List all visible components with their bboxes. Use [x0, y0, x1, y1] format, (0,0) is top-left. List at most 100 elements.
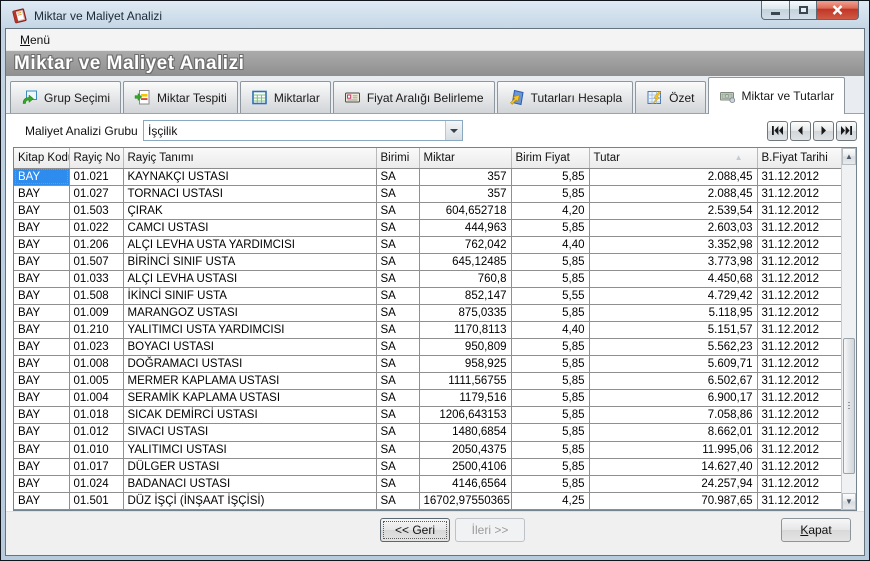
grid-cell[interactable]: 70.987,65 [589, 492, 757, 509]
grid-cell[interactable]: BAY [14, 373, 69, 390]
grid-cell[interactable]: BADANACI USTASI [123, 475, 376, 492]
grid-cell[interactable]: 31.12.2012 [757, 373, 841, 390]
grid-cell[interactable]: 5,85 [511, 339, 589, 356]
grid-cell[interactable]: 5,55 [511, 287, 589, 304]
grid-cell[interactable]: BAY [14, 441, 69, 458]
grid-cell[interactable]: 2.603,03 [589, 219, 757, 236]
grid-cell[interactable]: 444,963 [419, 219, 511, 236]
grid-cell[interactable]: SA [376, 168, 419, 185]
grid-cell[interactable]: 5,85 [511, 305, 589, 322]
grid-cell[interactable]: 7.058,86 [589, 407, 757, 424]
grid-cell[interactable]: 24.257,94 [589, 475, 757, 492]
table-row[interactable]: BAY01.027TORNACI USTASISA3575,852.088,45… [14, 185, 841, 202]
grid-cell[interactable]: SA [376, 356, 419, 373]
tab-tutarlari-hesapla[interactable]: Tutarları Hesapla [497, 81, 634, 113]
grid-cell[interactable]: SA [376, 373, 419, 390]
grid-cell[interactable]: 31.12.2012 [757, 236, 841, 253]
grid-cell[interactable]: 1111,56755 [419, 373, 511, 390]
grid-cell[interactable]: 01.024 [69, 475, 123, 492]
grid-cell[interactable]: SA [376, 236, 419, 253]
grid-cell[interactable]: 5,85 [511, 424, 589, 441]
tab-grup-secimi[interactable]: Grup Seçimi [10, 81, 121, 113]
grid-cell[interactable]: SA [376, 407, 419, 424]
grid-cell[interactable]: BAY [14, 305, 69, 322]
grid-cell[interactable]: 6.502,67 [589, 373, 757, 390]
grid-cell[interactable]: CAMCI USTASI [123, 219, 376, 236]
grid-cell[interactable]: 1480,6854 [419, 424, 511, 441]
previous-record-button[interactable] [790, 121, 811, 141]
grid-cell[interactable]: 5,85 [511, 407, 589, 424]
grid-cell[interactable]: 2.088,45 [589, 185, 757, 202]
grid-cell[interactable]: BAY [14, 322, 69, 339]
tab-miktar-tespiti[interactable]: Miktar Tespiti [123, 81, 238, 113]
grid-cell[interactable]: SA [376, 270, 419, 287]
tab-fiyat-araligi-belirleme[interactable]: Fiyat Aralığı Belirleme [333, 81, 495, 113]
grid-cell[interactable]: 4146,6564 [419, 475, 511, 492]
grid-cell[interactable]: SA [376, 458, 419, 475]
back-button[interactable]: << Geri [380, 518, 450, 542]
grid-cell[interactable]: 5,85 [511, 475, 589, 492]
table-row[interactable]: BAY01.018SICAK DEMİRCİ USTASISA1206,6431… [14, 407, 841, 424]
grid-cell[interactable]: BAY [14, 219, 69, 236]
grid-cell[interactable]: SA [376, 390, 419, 407]
table-row[interactable]: BAY01.033ALÇI LEVHA USTASISA760,85,854.4… [14, 270, 841, 287]
grid-cell[interactable]: 01.503 [69, 202, 123, 219]
next-record-button[interactable] [813, 121, 834, 141]
grid-cell[interactable]: 5.609,71 [589, 356, 757, 373]
column-header-bfiyat-tarihi[interactable]: B.Fiyat Tarihi [757, 148, 841, 168]
grid-cell[interactable]: SA [376, 253, 419, 270]
grid-cell[interactable]: BOYACI USTASI [123, 339, 376, 356]
menu-item-menu[interactable]: Menü [14, 31, 56, 49]
table-row[interactable]: BAY01.012SIVACI USTASISA1480,68545,858.6… [14, 424, 841, 441]
grid-cell[interactable]: BAY [14, 339, 69, 356]
grid-cell[interactable]: KAYNAKÇI USTASI [123, 168, 376, 185]
tab-miktar-ve-tutarlar[interactable]: Miktar ve Tutarlar [708, 77, 846, 114]
table-row[interactable]: BAY01.004SERAMİK KAPLAMA USTASISA1179,51… [14, 390, 841, 407]
grid-cell[interactable]: 958,925 [419, 356, 511, 373]
scroll-up-button[interactable]: ▲ [842, 148, 856, 165]
grid-cell[interactable]: 950,809 [419, 339, 511, 356]
grid-cell[interactable]: DÜZ İŞÇİ (İNŞAAT İŞÇİSİ) [123, 492, 376, 509]
grid-cell[interactable]: 5.562,23 [589, 339, 757, 356]
grid-cell[interactable]: SA [376, 475, 419, 492]
grid-cell[interactable]: BAY [14, 356, 69, 373]
grid-cell[interactable]: 5,85 [511, 373, 589, 390]
grid-cell[interactable]: 01.033 [69, 270, 123, 287]
minimize-button[interactable] [761, 1, 790, 20]
grid-cell[interactable]: 4,20 [511, 202, 589, 219]
grid-cell[interactable]: 31.12.2012 [757, 424, 841, 441]
grid-cell[interactable]: SA [376, 287, 419, 304]
grid-cell[interactable]: 01.507 [69, 253, 123, 270]
grid-cell[interactable]: 01.010 [69, 441, 123, 458]
grid-cell[interactable]: BAY [14, 475, 69, 492]
table-row[interactable]: BAY01.009MARANGOZ USTASISA875,03355,855.… [14, 305, 841, 322]
grid-cell[interactable]: 2.088,45 [589, 168, 757, 185]
tab-miktarlar[interactable]: Miktarlar [240, 81, 331, 113]
grid-cell[interactable]: 2050,4375 [419, 441, 511, 458]
grid-cell[interactable]: 762,042 [419, 236, 511, 253]
grid-cell[interactable]: 875,0335 [419, 305, 511, 322]
grid-cell[interactable]: 5.151,57 [589, 322, 757, 339]
grid-cell[interactable]: 2.539,54 [589, 202, 757, 219]
grid-cell[interactable]: 31.12.2012 [757, 322, 841, 339]
grid-cell[interactable]: 01.023 [69, 339, 123, 356]
grid-cell[interactable]: 5,85 [511, 441, 589, 458]
grid-cell[interactable]: 01.008 [69, 356, 123, 373]
grid-cell[interactable]: 5,85 [511, 458, 589, 475]
grid-cell[interactable]: TORNACI USTASI [123, 185, 376, 202]
grid-cell[interactable]: MERMER KAPLAMA USTASI [123, 373, 376, 390]
grid-cell[interactable]: SA [376, 305, 419, 322]
last-record-button[interactable] [836, 121, 857, 141]
table-row[interactable]: BAY01.508İKİNCİ SINIF USTASA852,1475,554… [14, 287, 841, 304]
column-header-tutar[interactable]: Tutar▲ [589, 148, 757, 168]
grid-cell[interactable]: 357 [419, 168, 511, 185]
grid-cell[interactable]: 852,147 [419, 287, 511, 304]
grid-cell[interactable]: 5,85 [511, 356, 589, 373]
grid-cell[interactable]: SIVACI USTASI [123, 424, 376, 441]
grid-cell[interactable]: ALÇI LEVHA USTA YARDIMCISI [123, 236, 376, 253]
grid-cell[interactable]: 6.900,17 [589, 390, 757, 407]
grid-cell[interactable]: 31.12.2012 [757, 492, 841, 509]
table-row[interactable]: BAY01.010YALITIMCI USTASISA2050,43755,85… [14, 441, 841, 458]
grid-cell[interactable]: BAY [14, 492, 69, 509]
grid-cell[interactable]: BAY [14, 185, 69, 202]
